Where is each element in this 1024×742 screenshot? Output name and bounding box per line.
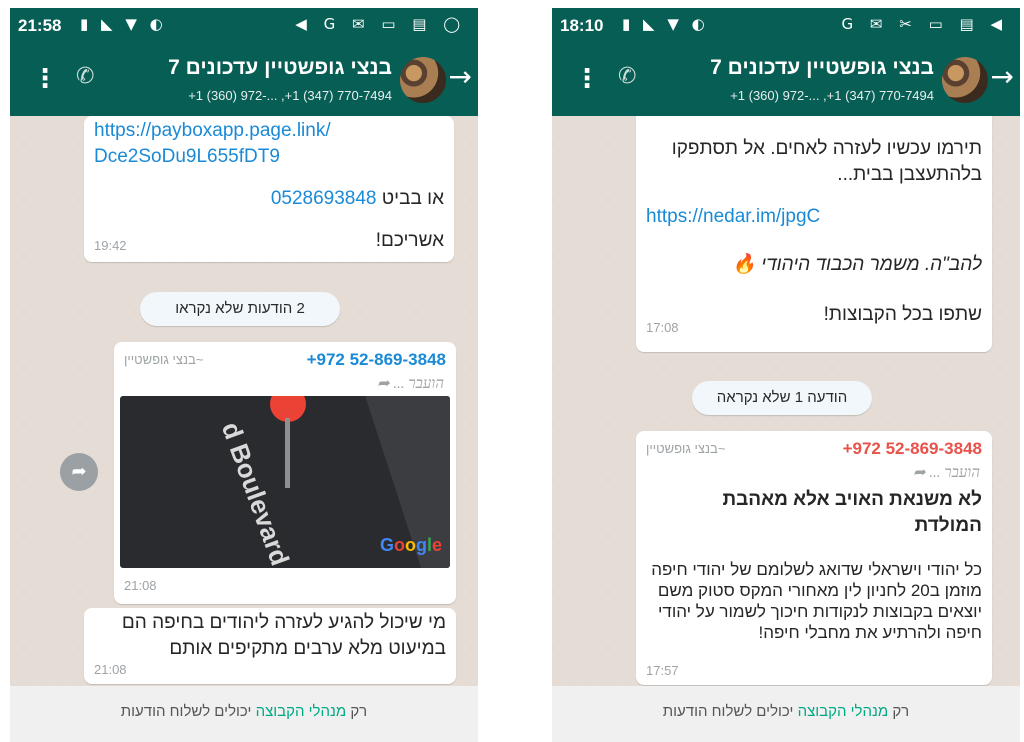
status-icons: ▮ ◣ ▼ ◐: [80, 15, 167, 33]
paybox-link[interactable]: https://payboxapp.page.link/ Dce2SoDu9L6…: [94, 118, 424, 170]
message-list[interactable]: https://payboxapp.page.link/ Dce2SoDu9L6…: [10, 116, 478, 686]
message-text: תירמו עכשיו לעזרה לאחים. אל תסתפקו בלהתע…: [671, 138, 982, 185]
message-list[interactable]: על אור מהרגע ה... תירמו עכשיו לעזרה לאחי…: [552, 116, 1020, 686]
notice-prefix: רק: [892, 703, 910, 720]
status-bar: 21:58 ▮ ◣ ▼ ◐ ◀ G ✉ ▭ ▤ ◯: [10, 8, 478, 44]
unread-messages-banner: 2 הודעות שלא נקראו: [140, 292, 340, 326]
notification-icons: G ✉ ✂ ▭ ▤ ◀: [841, 15, 1008, 33]
forwarded-text: הועבר ...: [929, 465, 980, 481]
chat-header: ⋮ ✆ בנצי גופשטיין עדכונים 7 +1 (360) 972…: [10, 44, 478, 116]
notification-icons: ◀ G ✉ ▭ ▤ ◯: [295, 15, 466, 33]
message-text: מי שיכול להגיע לעזרה ליהודים בחיפה הם במ…: [121, 612, 446, 659]
message-body: כל יהודי וישראלי שדואג לשלומם של יהודי ח…: [651, 560, 982, 642]
location-map[interactable]: d Boulevard Google: [120, 396, 450, 568]
add-call-icon[interactable]: ✆: [76, 64, 94, 89]
map-pin-stick: [285, 418, 290, 488]
sender-phone[interactable]: +972 52-869-3848: [843, 439, 982, 459]
message-signature: להב"ה. משמר הכבוד היהודי 🔥: [732, 254, 982, 275]
more-options-icon[interactable]: ⋮: [574, 64, 600, 94]
status-icons: ▮ ◣ ▼ ◐: [622, 15, 709, 33]
bit-number[interactable]: 0528693848: [271, 188, 377, 209]
message-closing: אשריכם!: [375, 230, 444, 251]
forwarded-text: הועבר ...: [393, 376, 444, 392]
message-bubble: על אור מהרגע ה... תירמו עכשיו לעזרה לאחי…: [636, 116, 992, 352]
sender-phone[interactable]: +972 52-869-3848: [307, 350, 446, 370]
forward-button[interactable]: ➦: [60, 453, 98, 491]
chat-screen-left: 21:58 ▮ ◣ ▼ ◐ ◀ G ✉ ▭ ▤ ◯ ⋮ ✆ בנצי גופשט…: [10, 8, 478, 742]
message-time: 21:08: [124, 578, 157, 593]
message-time: 21:08: [94, 662, 127, 677]
bit-prefix: או בביט: [381, 188, 444, 209]
chat-participants[interactable]: +1 (360) 972-... ,+1 (347) 770-7494: [730, 88, 934, 103]
google-logo: Google: [379, 535, 442, 555]
notice-suffix: יכולים לשלוח הודעות: [662, 703, 794, 720]
group-admins-link[interactable]: מנהלי הקבוצה: [256, 703, 347, 720]
chat-title[interactable]: בנצי גופשטיין עדכונים 7: [168, 56, 392, 80]
message-time: 19:42: [94, 238, 127, 253]
forwarded-message-bubble: +972 52-869-3848 ~בנצי גופשטיין הועבר ..…: [636, 431, 992, 685]
chat-screen-right: 18:10 ▮ ◣ ▼ ◐ G ✉ ✂ ▭ ▤ ◀ ⋮ ✆ בנצי גופשט…: [552, 8, 1020, 742]
message-headline: לא משנאת האויב אלא מאהבת המולדת: [722, 489, 983, 536]
forwarded-label: הועבר ... ➦: [377, 374, 444, 393]
more-options-icon[interactable]: ⋮: [32, 64, 58, 94]
group-admins-link[interactable]: מנהלי הקבוצה: [798, 703, 889, 720]
map-road-label: d Boulevard: [215, 418, 296, 568]
message-share-call: שתפו בכל הקבוצות!: [823, 304, 982, 325]
admins-only-notice: רק מנהלי הקבוצה יכולים לשלוח הודעות: [552, 686, 1020, 742]
back-arrow-icon[interactable]: →: [991, 62, 1014, 92]
message-text-partial: על אור מהרגע ה...: [860, 116, 982, 124]
add-call-icon[interactable]: ✆: [618, 64, 636, 89]
chat-header: ⋮ ✆ בנצי גופשטיין עדכונים 7 +1 (360) 972…: [552, 44, 1020, 116]
forwarded-label: הועבר ... ➦: [913, 463, 980, 482]
message-bubble: https://payboxapp.page.link/ Dce2SoDu9L6…: [84, 116, 454, 262]
message-time: 17:57: [646, 663, 679, 678]
forwarded-icon: ➦: [912, 465, 926, 481]
notice-prefix: רק: [350, 703, 368, 720]
forwarded-icon: ➦: [376, 376, 390, 392]
back-arrow-icon[interactable]: →: [449, 62, 472, 92]
group-avatar[interactable]: [942, 57, 988, 103]
sender-name: ~בנצי גופשטיין: [124, 352, 204, 367]
status-bar: 18:10 ▮ ◣ ▼ ◐ G ✉ ✂ ▭ ▤ ◀: [552, 8, 1020, 44]
chat-title[interactable]: בנצי גופשטיין עדכונים 7: [710, 56, 934, 80]
chat-participants[interactable]: +1 (360) 972-... ,+1 (347) 770-7494: [188, 88, 392, 103]
bit-line: או בביט 0528693848: [271, 186, 444, 212]
sender-name: ~בנצי גופשטיין: [646, 441, 726, 456]
forwarded-location-bubble[interactable]: +972 52-869-3848 ~בנצי גופשטיין הועבר ..…: [114, 342, 456, 604]
notice-suffix: יכולים לשלוח הודעות: [120, 703, 252, 720]
admins-only-notice: רק מנהלי הקבוצה יכולים לשלוח הודעות: [10, 686, 478, 742]
unread-messages-banner: הודעה 1 שלא נקראה: [692, 381, 872, 415]
nedar-link[interactable]: https://nedar.im/jpgC: [646, 204, 820, 230]
group-avatar[interactable]: [400, 57, 446, 103]
message-time: 17:08: [646, 320, 679, 335]
status-time: 18:10: [560, 16, 604, 35]
status-time: 21:58: [18, 16, 62, 35]
message-bubble: מי שיכול להגיע לעזרה ליהודים בחיפה הם במ…: [84, 608, 456, 684]
